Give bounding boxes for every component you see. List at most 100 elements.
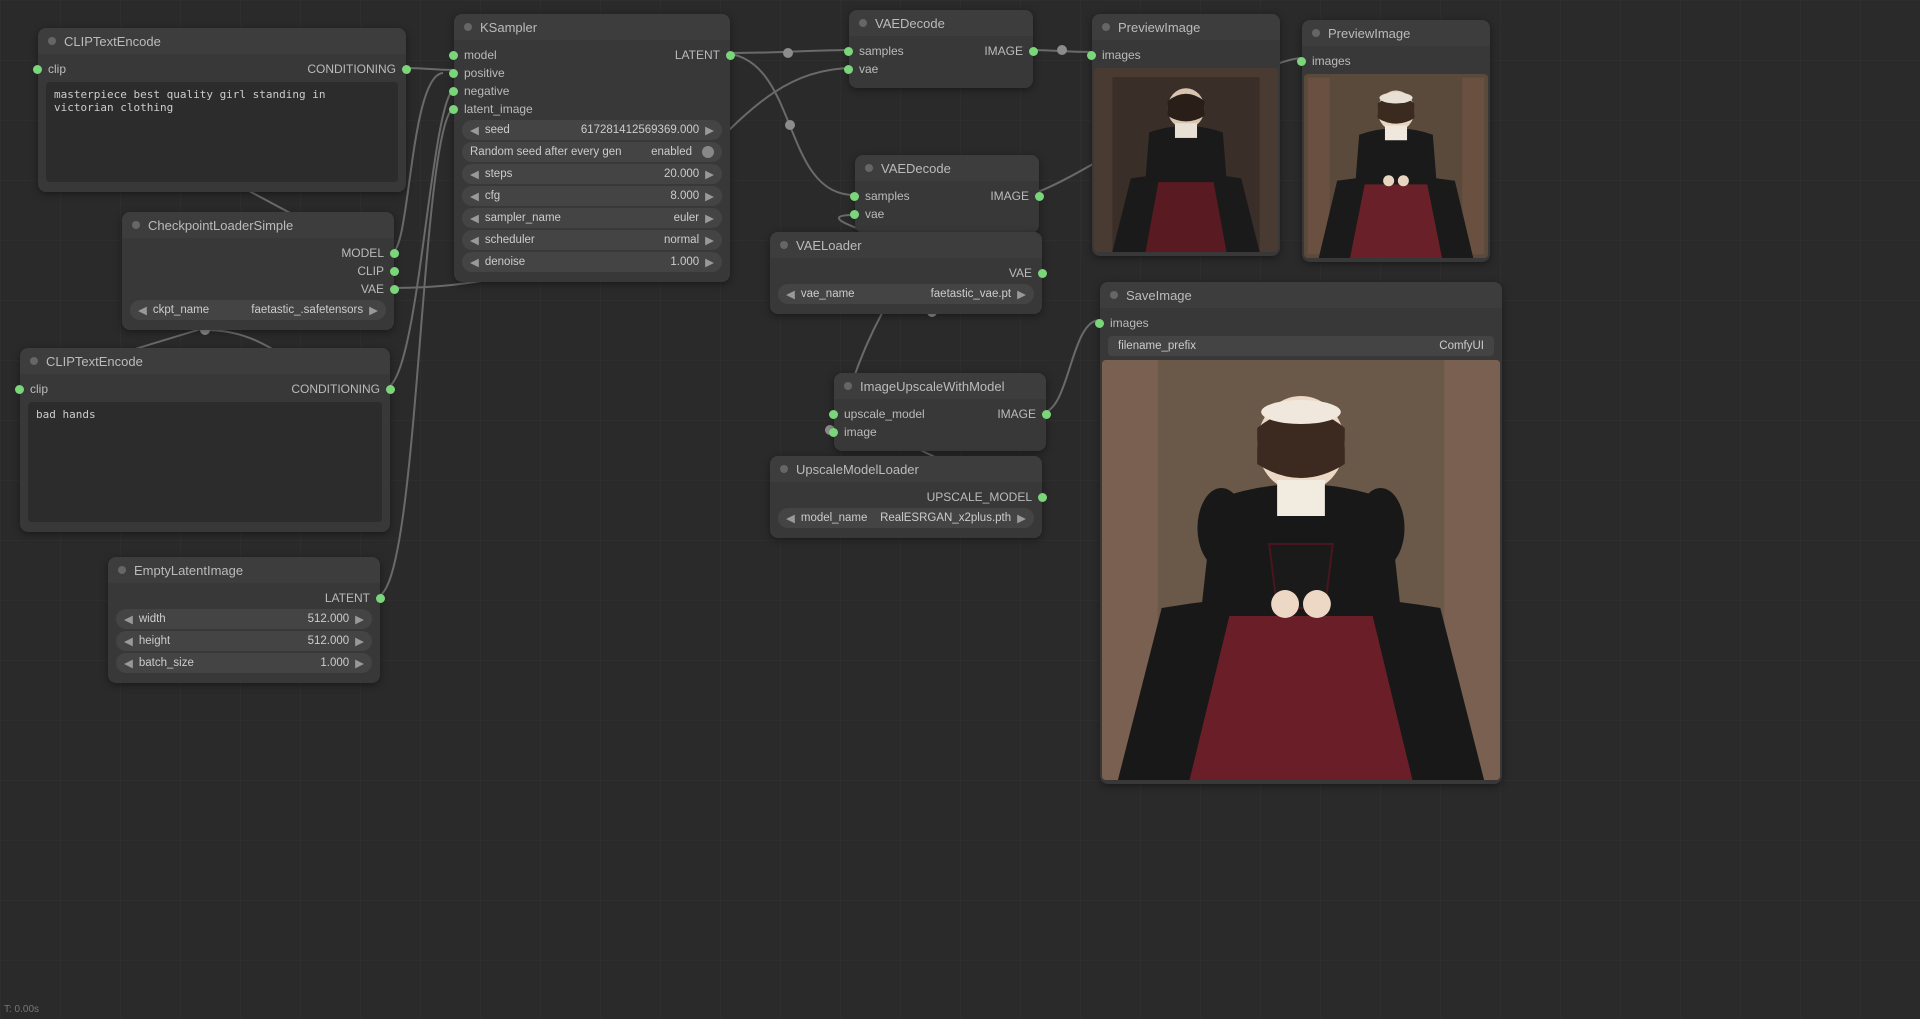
node-ksampler[interactable]: KSampler model positive negative latent_… [454,14,730,282]
steps-widget[interactable]: ◀ steps 20.000 ▶ [462,164,722,184]
input-port-clip[interactable]: clip [46,60,66,78]
chevron-right-icon[interactable]: ▶ [705,167,714,181]
chevron-left-icon[interactable]: ◀ [786,511,795,525]
toggle-icon[interactable] [702,146,714,158]
chevron-right-icon[interactable]: ▶ [355,612,364,626]
collapse-dot-icon[interactable] [118,566,126,574]
chevron-left-icon[interactable]: ◀ [470,211,479,225]
chevron-left-icon[interactable]: ◀ [124,634,133,648]
batch-widget[interactable]: ◀ batch_size 1.000 ▶ [116,653,372,673]
output-port-vae[interactable]: VAE [778,264,1034,282]
output-port-conditioning[interactable]: CONDITIONING [291,380,382,398]
input-port-positive[interactable]: positive [462,64,533,82]
collapse-dot-icon[interactable] [780,465,788,473]
chevron-left-icon[interactable]: ◀ [470,233,479,247]
filename-prefix-widget[interactable]: filename_prefix ComfyUI [1108,336,1494,356]
chevron-right-icon[interactable]: ▶ [705,123,714,137]
chevron-left-icon[interactable]: ◀ [124,612,133,626]
input-port-latent[interactable]: latent_image [462,100,533,118]
node-previewimage-1[interactable]: PreviewImage images [1092,14,1280,256]
chevron-left-icon[interactable]: ◀ [470,123,479,137]
output-port-model[interactable]: MODEL [130,244,386,262]
node-vaeloader[interactable]: VAELoader VAE ◀ vae_name faetastic_vae.p… [770,232,1042,314]
node-vaedecode-1[interactable]: VAEDecode samples vae IMAGE [849,10,1033,88]
node-header[interactable]: CLIPTextEncode [20,348,390,374]
input-port-samples[interactable]: samples [863,187,910,205]
node-imageupscale[interactable]: ImageUpscaleWithModel upscale_model imag… [834,373,1046,451]
chevron-right-icon[interactable]: ▶ [705,189,714,203]
denoise-widget[interactable]: ◀ denoise 1.000 ▶ [462,252,722,272]
output-port-image[interactable]: IMAGE [997,405,1038,423]
node-emptylatentimage[interactable]: EmptyLatentImage LATENT ◀ width 512.000 … [108,557,380,683]
node-header[interactable]: EmptyLatentImage [108,557,380,583]
node-upscalemodelloader[interactable]: UpscaleModelLoader UPSCALE_MODEL ◀ model… [770,456,1042,538]
input-port-images[interactable]: images [1108,314,1494,332]
chevron-left-icon[interactable]: ◀ [470,189,479,203]
input-port-upscale-model[interactable]: upscale_model [842,405,925,423]
node-saveimage[interactable]: SaveImage images filename_prefix ComfyUI [1100,282,1502,784]
output-port-upscale-model[interactable]: UPSCALE_MODEL [778,488,1034,506]
scheduler-widget[interactable]: ◀ scheduler normal ▶ [462,230,722,250]
node-header[interactable]: UpscaleModelLoader [770,456,1042,482]
input-port-samples[interactable]: samples [857,42,904,60]
chevron-left-icon[interactable]: ◀ [786,287,795,301]
collapse-dot-icon[interactable] [464,23,472,31]
chevron-left-icon[interactable]: ◀ [470,167,479,181]
collapse-dot-icon[interactable] [1102,23,1110,31]
node-header[interactable]: CheckpointLoaderSimple [122,212,394,238]
output-port-clip[interactable]: CLIP [130,262,386,280]
input-port-clip[interactable]: clip [28,380,48,398]
width-widget[interactable]: ◀ width 512.000 ▶ [116,609,372,629]
node-header[interactable]: PreviewImage [1092,14,1280,40]
node-header[interactable]: KSampler [454,14,730,40]
node-header[interactable]: ImageUpscaleWithModel [834,373,1046,399]
chevron-right-icon[interactable]: ▶ [369,303,378,317]
ckpt-name-widget[interactable]: ◀ ckpt_name faetastic_.safetensors ▶ [130,300,386,320]
chevron-left-icon[interactable]: ◀ [138,303,147,317]
input-port-negative[interactable]: negative [462,82,533,100]
input-port-image[interactable]: image [842,423,925,441]
chevron-left-icon[interactable]: ◀ [470,255,479,269]
chevron-right-icon[interactable]: ▶ [705,255,714,269]
collapse-dot-icon[interactable] [865,164,873,172]
output-port-latent[interactable]: LATENT [675,46,722,64]
chevron-right-icon[interactable]: ▶ [1017,287,1026,301]
height-widget[interactable]: ◀ height 512.000 ▶ [116,631,372,651]
output-port-image[interactable]: IMAGE [990,187,1031,205]
collapse-dot-icon[interactable] [844,382,852,390]
collapse-dot-icon[interactable] [30,357,38,365]
node-cliptextencode-negative[interactable]: CLIPTextEncode clip CONDITIONING bad han… [20,348,390,532]
input-port-images[interactable]: images [1100,46,1272,64]
chevron-right-icon[interactable]: ▶ [705,233,714,247]
random-seed-toggle[interactable]: Random seed after every gen enabled [462,142,722,162]
collapse-dot-icon[interactable] [48,37,56,45]
node-header[interactable]: VAEDecode [855,155,1039,181]
prompt-textarea[interactable]: masterpiece best quality girl standing i… [46,82,398,182]
cfg-widget[interactable]: ◀ cfg 8.000 ▶ [462,186,722,206]
collapse-dot-icon[interactable] [132,221,140,229]
node-header[interactable]: VAEDecode [849,10,1033,36]
node-header[interactable]: SaveImage [1100,282,1502,308]
collapse-dot-icon[interactable] [1110,291,1118,299]
output-port-conditioning[interactable]: CONDITIONING [307,60,398,78]
node-cliptextencode-positive[interactable]: CLIPTextEncode clip CONDITIONING masterp… [38,28,406,192]
node-header[interactable]: VAELoader [770,232,1042,258]
node-header[interactable]: PreviewImage [1302,20,1490,46]
collapse-dot-icon[interactable] [1312,29,1320,37]
output-port-vae[interactable]: VAE [130,280,386,298]
input-port-model[interactable]: model [462,46,533,64]
node-vaedecode-2[interactable]: VAEDecode samples vae IMAGE [855,155,1039,233]
chevron-right-icon[interactable]: ▶ [355,634,364,648]
collapse-dot-icon[interactable] [780,241,788,249]
chevron-right-icon[interactable]: ▶ [705,211,714,225]
seed-widget[interactable]: ◀ seed 617281412569369.000 ▶ [462,120,722,140]
input-port-vae[interactable]: vae [857,60,904,78]
chevron-right-icon[interactable]: ▶ [355,656,364,670]
node-checkpointloader[interactable]: CheckpointLoaderSimple MODEL CLIP VAE ◀ … [122,212,394,330]
sampler-widget[interactable]: ◀ sampler_name euler ▶ [462,208,722,228]
node-previewimage-2[interactable]: PreviewImage images [1302,20,1490,262]
vae-name-widget[interactable]: ◀ vae_name faetastic_vae.pt ▶ [778,284,1034,304]
input-port-vae[interactable]: vae [863,205,910,223]
collapse-dot-icon[interactable] [859,19,867,27]
model-name-widget[interactable]: ◀ model_name RealESRGAN_x2plus.pth ▶ [778,508,1034,528]
